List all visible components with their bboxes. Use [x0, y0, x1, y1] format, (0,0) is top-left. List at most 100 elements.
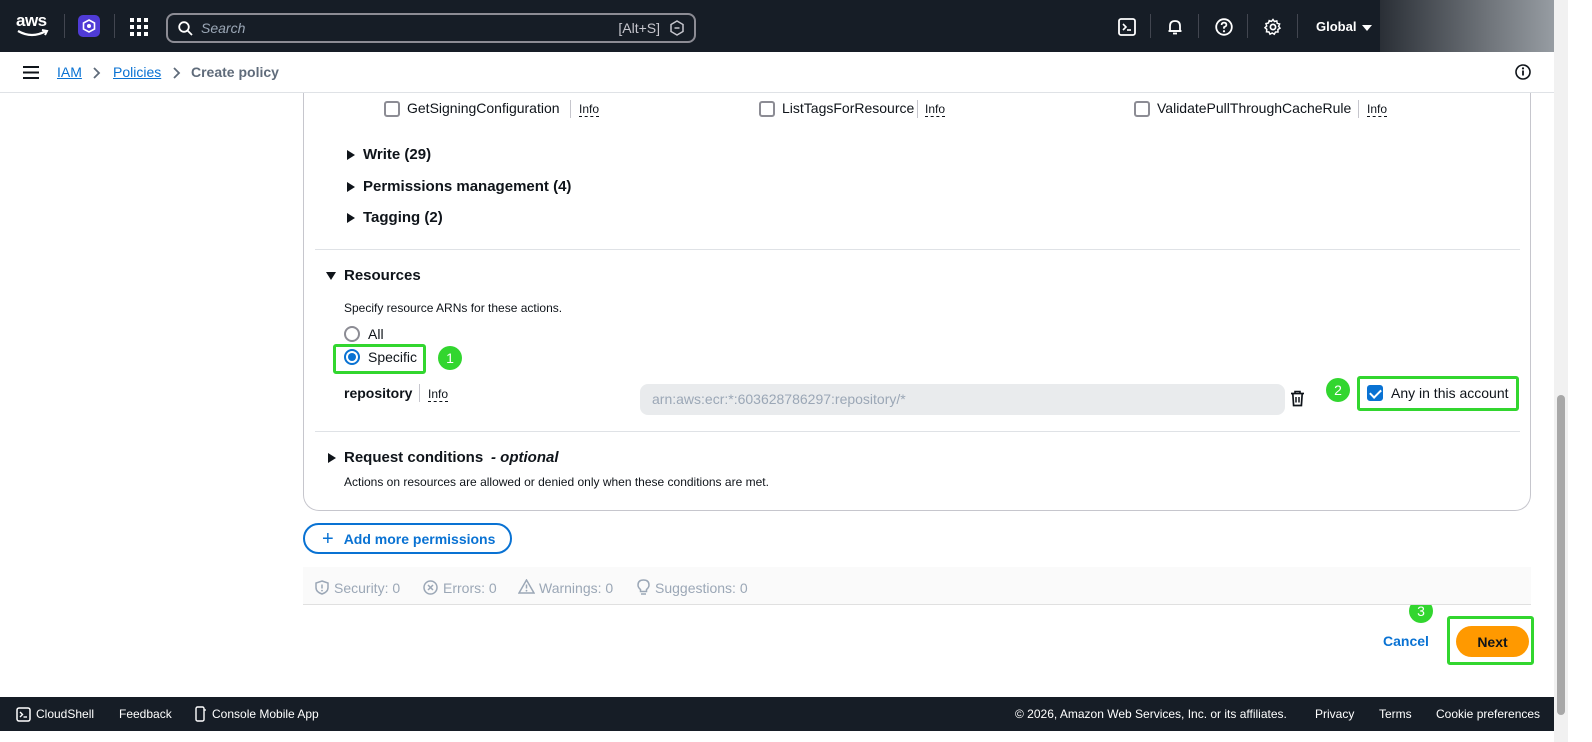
- info-link[interactable]: Info: [925, 102, 946, 117]
- search-shortcut: [Alt+S]: [618, 20, 660, 36]
- arn-input[interactable]: arn:aws:ecr:*:603628786297:repository/*: [640, 384, 1285, 415]
- services-grid-icon[interactable]: [130, 18, 148, 36]
- info-panel-icon[interactable]: [1515, 64, 1531, 80]
- account-menu[interactable]: [1380, 0, 1560, 52]
- footer-cookie-preferences[interactable]: Cookie preferences: [1436, 707, 1540, 721]
- nav-divider: [1247, 14, 1248, 38]
- nav-divider: [114, 14, 115, 38]
- footer-terms[interactable]: Terms: [1379, 707, 1412, 721]
- plus-icon: +: [322, 527, 334, 550]
- checkbox-listtagsforresource[interactable]: [759, 101, 775, 117]
- arn-placeholder: arn:aws:ecr:*:603628786297:repository/*: [652, 391, 906, 407]
- add-more-permissions-button[interactable]: + Add more permissions: [303, 523, 512, 554]
- action-label: ListTagsForResource: [782, 100, 915, 116]
- access-group-tagging[interactable]: Tagging (2): [363, 209, 443, 226]
- access-group-permissions-management[interactable]: Permissions management (4): [363, 178, 571, 195]
- next-button[interactable]: Next: [1456, 626, 1529, 657]
- hexagon-icon: [670, 20, 684, 36]
- request-conditions-heading[interactable]: Request conditions: [344, 449, 483, 466]
- annotation-badge: 2: [1326, 378, 1350, 402]
- help-icon[interactable]: [1215, 18, 1233, 36]
- cancel-button[interactable]: Cancel: [1383, 633, 1429, 649]
- radio-all[interactable]: [344, 326, 360, 342]
- error-icon: [423, 580, 438, 595]
- gear-icon[interactable]: [1264, 18, 1282, 36]
- divider: [917, 100, 918, 118]
- expand-caret-icon[interactable]: [347, 182, 355, 192]
- divider: [419, 384, 420, 402]
- breadcrumb-current: Create policy: [191, 64, 279, 80]
- action-label: ValidatePullThroughCacheRule: [1157, 100, 1352, 116]
- aws-logo[interactable]: aws: [16, 12, 50, 40]
- action-label: GetSigningConfiguration: [407, 100, 560, 116]
- cloudshell-icon: [16, 707, 31, 722]
- region-selector[interactable]: Global: [1316, 19, 1373, 34]
- nav-divider: [64, 14, 65, 38]
- mobile-phone-icon: [195, 706, 206, 722]
- info-link[interactable]: Info: [579, 102, 600, 117]
- resource-type-label: repository: [344, 385, 413, 401]
- top-navigation: aws Search [Alt+S] Global: [0, 0, 1380, 52]
- search-placeholder: Search: [201, 20, 246, 36]
- window-edge: [0, 731, 1554, 742]
- resources-description: Specify resource ARNs for these actions.: [344, 301, 563, 315]
- breadcrumb-bar: IAM Policies Create policy: [0, 52, 1554, 93]
- errors-count[interactable]: Errors: 0: [443, 580, 497, 596]
- warning-icon: [518, 579, 535, 594]
- bell-icon[interactable]: [1166, 18, 1184, 36]
- permissions-panel: GetSigningConfiguration Info ListTagsFor…: [303, 93, 1531, 511]
- resources-heading[interactable]: Resources: [344, 267, 421, 284]
- app-hexagon-icon[interactable]: [78, 15, 100, 37]
- annotation-badge: 1: [438, 346, 462, 370]
- shield-icon: [315, 580, 329, 595]
- expand-caret-icon[interactable]: [347, 213, 355, 223]
- breadcrumb-iam[interactable]: IAM: [57, 64, 82, 80]
- divider: [1358, 100, 1359, 118]
- footer-copyright: © 2026, Amazon Web Services, Inc. or its…: [1015, 707, 1287, 721]
- footer-mobile-app[interactable]: Console Mobile App: [212, 707, 319, 721]
- optional-label: - optional: [491, 449, 559, 466]
- expand-caret-icon[interactable]: [328, 453, 336, 463]
- annotation-highlight: [1357, 376, 1519, 411]
- divider: [315, 249, 1520, 250]
- access-group-write[interactable]: Write (29): [363, 146, 431, 163]
- info-link[interactable]: Info: [428, 387, 449, 402]
- add-more-permissions-label: Add more permissions: [343, 530, 496, 547]
- divider: [315, 431, 1520, 432]
- expand-caret-icon[interactable]: [347, 150, 355, 160]
- chevron-right-icon: [93, 67, 101, 79]
- page-scrollbar[interactable]: [1554, 0, 1568, 742]
- caret-down-icon: [1362, 24, 1373, 31]
- cloudshell-icon[interactable]: [1118, 18, 1136, 36]
- create-policy-page: GetSigningConfiguration Info ListTagsFor…: [0, 93, 1554, 697]
- policy-validation-bar: Security: 0 Errors: 0 Warnings: 0 Sugges…: [303, 567, 1531, 605]
- footer-privacy[interactable]: Privacy: [1315, 707, 1354, 721]
- annotation-highlight: [333, 344, 426, 374]
- menu-icon[interactable]: [23, 66, 39, 79]
- nav-divider: [1297, 14, 1298, 38]
- search-icon: [178, 20, 193, 36]
- suggestions-count[interactable]: Suggestions: 0: [655, 580, 748, 596]
- collapse-caret-icon[interactable]: [326, 272, 336, 280]
- aws-logo-text: aws: [16, 11, 47, 30]
- warnings-count[interactable]: Warnings: 0: [539, 580, 613, 596]
- lightbulb-icon: [637, 579, 650, 595]
- trash-icon[interactable]: [1290, 390, 1305, 407]
- security-count[interactable]: Security: 0: [334, 580, 400, 596]
- nav-divider: [1198, 14, 1199, 38]
- scrollbar-thumb[interactable]: [1557, 395, 1565, 715]
- footer-feedback[interactable]: Feedback: [119, 707, 172, 721]
- nav-divider: [1150, 14, 1151, 38]
- breadcrumb-policies[interactable]: Policies: [113, 64, 161, 80]
- footer-cloudshell[interactable]: CloudShell: [36, 707, 94, 721]
- request-conditions-description: Actions on resources are allowed or deni…: [344, 475, 769, 489]
- search-input[interactable]: Search [Alt+S]: [166, 13, 696, 43]
- checkbox-getsigningconfiguration[interactable]: [384, 101, 400, 117]
- console-footer: CloudShell Feedback Console Mobile App ©…: [0, 697, 1554, 731]
- divider: [570, 100, 571, 118]
- info-link[interactable]: Info: [1367, 102, 1388, 117]
- region-label: Global: [1316, 19, 1357, 34]
- checkbox-validatepullthroughcacherule[interactable]: [1134, 101, 1150, 117]
- radio-all-label: All: [368, 326, 384, 342]
- chevron-right-icon: [173, 67, 181, 79]
